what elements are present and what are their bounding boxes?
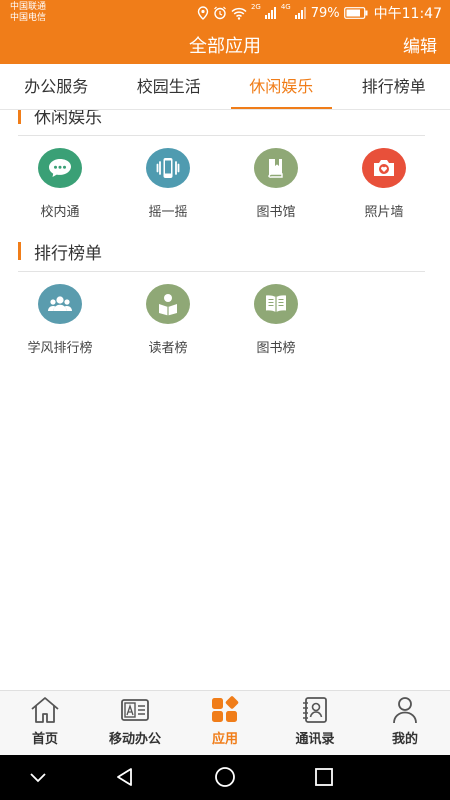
app-name: 图书榜 <box>256 341 296 356</box>
tab-leisure[interactable]: 休闲娱乐 <box>225 64 338 109</box>
signal-bars-2-icon <box>294 7 306 19</box>
open-book-icon <box>254 284 298 324</box>
chat-icon <box>38 148 82 188</box>
person-icon <box>393 697 417 724</box>
camera-heart-icon <box>362 148 406 188</box>
recents-icon[interactable] <box>313 766 335 788</box>
bottom-nav: 首页 移动办公 应用 通讯录 我的 <box>0 690 450 755</box>
nav-label: 首页 <box>31 732 58 747</box>
reader-icon <box>146 284 190 324</box>
id-card-icon <box>121 699 149 721</box>
book-icon <box>254 148 298 188</box>
nav-label: 应用 <box>211 732 238 747</box>
app-name: 校内通 <box>40 205 80 220</box>
tab-campus-life[interactable]: 校园生活 <box>113 64 226 109</box>
app-xiaoneitong[interactable]: 校内通 <box>5 148 115 220</box>
signal-bars-1-icon <box>264 7 276 19</box>
section-title-leisure: 休闲娱乐 <box>34 110 102 128</box>
section-accent-bar <box>18 242 21 260</box>
carrier-info: 中国联通 中国电信 <box>10 2 46 24</box>
alarm-icon <box>214 6 226 20</box>
nav-label: 我的 <box>391 732 418 747</box>
app-name: 摇一摇 <box>148 205 188 220</box>
section-accent-bar <box>18 110 21 124</box>
home-circle-icon[interactable] <box>213 766 237 788</box>
people-icon <box>38 284 82 324</box>
app-grid-scroll-area[interactable]: 休闲娱乐 校内通 摇一摇 图书馆 照片墙 排行榜单 学风排行榜 读者榜 图书榜 <box>0 110 450 690</box>
app-book-ranking[interactable]: 图书榜 <box>221 284 331 356</box>
nav-home[interactable]: 首页 <box>0 691 90 755</box>
tab-office-services[interactable]: 办公服务 <box>0 64 113 109</box>
nav-label: 通讯录 <box>295 732 335 747</box>
status-icons: 2G 4G 79% 中午11:47 <box>197 3 442 23</box>
section-title-ranking: 排行榜单 <box>34 244 102 264</box>
app-shake[interactable]: 摇一摇 <box>113 148 223 220</box>
app-library[interactable]: 图书馆 <box>221 148 331 220</box>
back-icon[interactable] <box>114 766 136 788</box>
nav-mine[interactable]: 我的 <box>360 691 450 755</box>
nav-mobile-office[interactable]: 移动办公 <box>90 691 180 755</box>
wifi-icon <box>231 7 247 20</box>
apps-icon <box>212 696 239 722</box>
battery-icon <box>343 7 368 19</box>
signal-label-1: 2G <box>250 3 261 11</box>
section-header-leisure: 休闲娱乐 <box>18 110 425 136</box>
clock: 中午11:47 <box>373 6 442 22</box>
page-title: 全部应用 <box>189 36 261 57</box>
shake-phone-icon <box>146 148 190 188</box>
app-study-ranking[interactable]: 学风排行榜 <box>5 284 115 356</box>
app-reader-ranking[interactable]: 读者榜 <box>113 284 223 356</box>
category-tabs: 办公服务 校园生活 休闲娱乐 排行榜单 <box>0 64 450 110</box>
app-name: 照片墙 <box>364 205 404 220</box>
app-name: 读者榜 <box>148 341 188 356</box>
contacts-icon <box>303 697 327 723</box>
edit-button[interactable]: 编辑 <box>403 32 437 57</box>
status-bar: 中国联通 中国电信 2G 4G 79% 中午11:47 <box>0 0 450 25</box>
hide-nav-icon[interactable] <box>27 766 49 788</box>
nav-contacts[interactable]: 通讯录 <box>270 691 360 755</box>
location-icon <box>197 6 209 20</box>
nav-apps[interactable]: 应用 <box>180 691 270 755</box>
nav-label: 移动办公 <box>108 732 161 747</box>
app-photo-wall[interactable]: 照片墙 <box>329 148 439 220</box>
app-name: 学风排行榜 <box>27 341 93 356</box>
home-icon <box>31 697 59 723</box>
app-header: 全部应用 编辑 <box>0 25 450 64</box>
system-nav-bar <box>0 755 450 800</box>
battery-percent: 79% <box>310 5 340 21</box>
tab-rankings[interactable]: 排行榜单 <box>338 64 450 109</box>
app-name: 图书馆 <box>256 205 296 220</box>
signal-label-2: 4G <box>280 3 291 11</box>
carrier-2: 中国电信 <box>10 13 47 23</box>
section-header-ranking: 排行榜单 <box>18 236 425 272</box>
carrier-1: 中国联通 <box>10 2 47 12</box>
